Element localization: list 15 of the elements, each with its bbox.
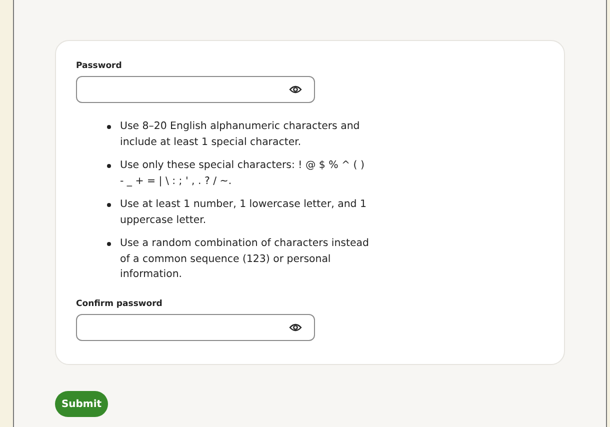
bullet-icon (107, 164, 111, 168)
rule-text: Use 8–20 English alphanumeric characters and include at least 1 special character. (120, 120, 361, 150)
rule-text: Use only these special characters: ! @ $ % ^ ( ) - _ + = | \ : ; ' , . ? / ~. (120, 159, 366, 188)
submit-button[interactable]: Submit (55, 391, 108, 417)
field-label: Confirm password (76, 298, 164, 308)
eye-icon[interactable] (289, 322, 302, 332)
rule-text: Use a random combination of characters instead of a common sequence (123) or personal information. (120, 237, 370, 282)
confirm-password-field[interactable] (76, 314, 315, 340)
field-label: Password (76, 61, 123, 71)
bullet-icon (107, 242, 111, 246)
rule-text: Use at least 1 number, 1 lowercase letter, and 1 uppercase letter. (120, 198, 368, 228)
bullet-icon (107, 125, 111, 129)
bullet-icon (107, 203, 111, 207)
eye-icon[interactable] (289, 85, 302, 94)
password-field[interactable] (76, 76, 315, 103)
